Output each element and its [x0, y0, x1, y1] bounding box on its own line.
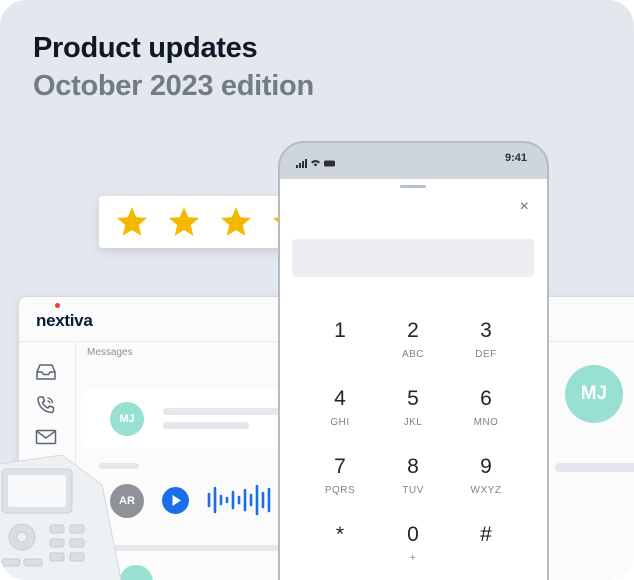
- mobile-phone: 9:41 × 1 2 ABC 3 DEF 4 GHI 5 JKL 6 MNO 7 PQRS …: [278, 141, 549, 580]
- star-icon: [219, 206, 253, 243]
- keypad-key-2[interactable]: 2 ABC: [378, 319, 448, 379]
- desk-phone-illustration: [0, 454, 132, 580]
- contact-avatar[interactable]: MJ: [565, 365, 623, 423]
- promo-card: Product updates October 2023 edition nex…: [0, 0, 634, 580]
- page-title: Product updates: [33, 32, 258, 64]
- contact-detail-line: [555, 463, 634, 472]
- keypad-key-star[interactable]: *: [305, 523, 375, 580]
- keypad-key-9[interactable]: 9 WXYZ: [451, 455, 521, 515]
- keypad-key-3[interactable]: 3 DEF: [451, 319, 521, 379]
- logo-accent-dot: [55, 303, 60, 308]
- phone-icon[interactable]: [35, 395, 57, 420]
- star-icon: [167, 206, 201, 243]
- close-icon[interactable]: ×: [520, 199, 529, 215]
- star-icon: [115, 206, 149, 243]
- status-bar: 9:41: [280, 143, 547, 179]
- keypad-key-7[interactable]: 7 PQRS: [305, 455, 375, 515]
- keypad-key-0[interactable]: 0 +: [378, 523, 448, 580]
- keypad-key-4[interactable]: 4 GHI: [305, 387, 375, 447]
- signal-icon: [296, 155, 336, 173]
- mail-icon[interactable]: [35, 429, 57, 450]
- inbox-icon[interactable]: [35, 363, 57, 386]
- dial-number-field[interactable]: [292, 239, 534, 277]
- keypad-key-8[interactable]: 8 TUV: [378, 455, 448, 515]
- audio-waveform: [207, 480, 287, 525]
- keypad-key-6[interactable]: 6 MNO: [451, 387, 521, 447]
- page-subtitle: October 2023 edition: [33, 70, 314, 102]
- sheet-handle[interactable]: [400, 185, 426, 188]
- status-time: 9:41: [504, 152, 527, 164]
- avatar: MJ: [110, 402, 144, 436]
- keypad-key-5[interactable]: 5 JKL: [378, 387, 448, 447]
- keypad-key-hash[interactable]: #: [451, 523, 521, 580]
- dialer-sheet: × 1 2 ABC 3 DEF 4 GHI 5 JKL 6 MNO 7 PQRS 8 TUV …: [280, 179, 547, 580]
- messages-label: Messages: [87, 347, 133, 358]
- message-preview-line: [163, 422, 249, 429]
- nextiva-logo: nextiva: [36, 311, 93, 330]
- keypad-key-1[interactable]: 1: [305, 319, 375, 379]
- play-button[interactable]: [162, 487, 189, 514]
